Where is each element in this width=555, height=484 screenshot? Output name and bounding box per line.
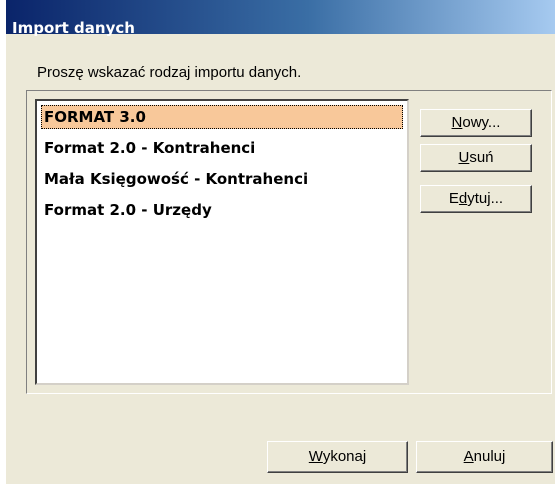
import-dialog: Import danych Proszę wskazać rodzaj impo… (0, 0, 555, 484)
new-button-mnemonic: N (451, 114, 463, 131)
new-button[interactable]: Nowy... (420, 109, 532, 137)
delete-button[interactable]: Usuń (420, 144, 532, 172)
cancel-button-label: nuluj (473, 448, 506, 465)
delete-button-label: suń (469, 149, 494, 166)
instruction-label: Proszę wskazać rodzaj importu danych. (37, 64, 302, 81)
new-button-label: owy... (462, 114, 501, 131)
cancel-button-mnemonic: A (463, 448, 474, 465)
window-title: Import danych (12, 19, 135, 37)
execute-button-label: ykonaj (322, 448, 367, 465)
edit-button-label: ytuj... (467, 190, 504, 207)
list-item[interactable]: Mała Księgowość - Kontrahenci (41, 167, 403, 191)
list-item[interactable]: FORMAT 3.0 (41, 105, 403, 129)
import-type-listbox[interactable]: FORMAT 3.0 Format 2.0 - Kontrahenci Mała… (35, 99, 409, 385)
edit-button-prefix: E (448, 190, 459, 207)
execute-button-mnemonic: W (308, 448, 323, 465)
edit-button[interactable]: Edytuj... (420, 185, 532, 213)
cancel-button[interactable]: Anuluj (416, 441, 553, 473)
list-item[interactable]: Format 2.0 - Kontrahenci (41, 136, 403, 160)
list-item[interactable]: Format 2.0 - Urzędy (41, 198, 403, 222)
title-bar[interactable]: Import danych (6, 0, 555, 37)
left-edge (0, 0, 6, 484)
delete-button-mnemonic: U (458, 149, 470, 166)
execute-button[interactable]: Wykonaj (267, 441, 408, 473)
edit-button-mnemonic: d (458, 190, 468, 207)
